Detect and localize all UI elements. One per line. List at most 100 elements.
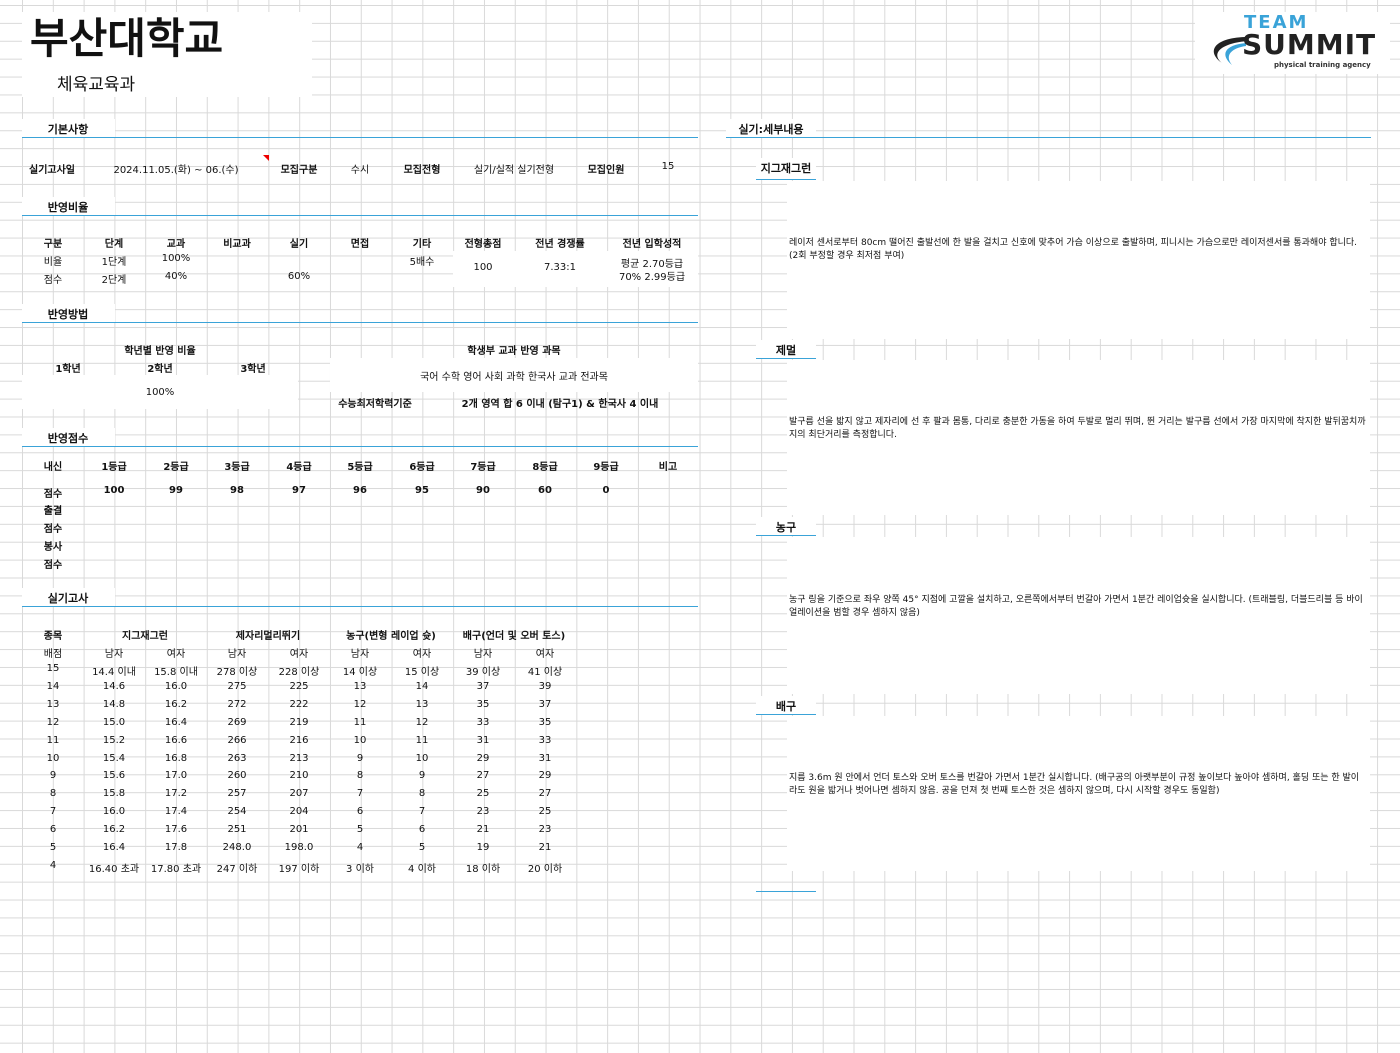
practical-cell: 6 (418, 824, 426, 836)
ratio-header: 기타 (412, 239, 432, 250)
practical-cell: 3 이하 (346, 863, 374, 875)
recruit-quota-label: 모집인원 (587, 165, 625, 176)
practical-score-point: 5 (49, 842, 57, 853)
practical-cell: 275 (227, 680, 247, 692)
subjects-title: 학생부 교과 반영 과목 (467, 346, 561, 357)
practical-cell: 31 (476, 734, 490, 746)
practical-event: 지그재그런 (122, 631, 168, 642)
practical-cell: 10 (415, 752, 429, 764)
practical-cell: 37 (476, 680, 490, 692)
practical-score-point: 9 (49, 770, 57, 782)
logo-summit-text: SUMMIT (1242, 28, 1377, 61)
practical-cell: 31 (538, 752, 552, 764)
practical-female: 여자 (289, 649, 309, 660)
practical-cell: 17.0 (164, 770, 188, 782)
practical-cell: 15.8 (102, 788, 126, 800)
score-header: 5등급 (347, 462, 373, 473)
practical-cell: 16.0 (164, 680, 188, 692)
practical-cell: 257 (227, 788, 247, 800)
score-value: 99 (169, 485, 183, 496)
practical-cell: 7 (418, 806, 426, 818)
subjects-value: 국어 수학 영어 사회 과학 한국사 교과 전과목 (420, 372, 608, 383)
practical-cell: 216 (289, 734, 309, 746)
practical-cell: 219 (289, 716, 309, 728)
comment-marker (263, 155, 269, 161)
practical-cell: 266 (227, 734, 247, 746)
ratio-admit-70: 70% 2.99등급 (618, 272, 686, 283)
ratio-etc: 5배수 (409, 257, 435, 268)
score-value: 90 (476, 485, 490, 496)
practical-cell: 14.8 (102, 698, 126, 710)
practical-cell: 10 (353, 734, 367, 746)
practical-male: 남자 (227, 649, 247, 660)
detail-description: 레이저 센서로부터 80cm 떨어진 출발선에 한 발을 걸치고 신호에 맞추어… (789, 238, 1358, 261)
score-header: 4등급 (286, 462, 312, 473)
practical-cell: 16.8 (164, 752, 188, 764)
practical-cell: 17.8 (164, 842, 188, 853)
score-header: 3등급 (224, 462, 250, 473)
practical-cell: 16.2 (164, 698, 188, 710)
practical-cell: 20 이하 (527, 863, 563, 875)
practical-cell: 27 (476, 770, 490, 782)
ratio-total: 100 (473, 262, 493, 273)
practical-cell: 23 (538, 824, 552, 836)
practical-cell: 251 (227, 824, 247, 836)
recruit-track-label: 모집전형 (403, 165, 441, 176)
practical-score-point: 8 (49, 788, 57, 800)
ratio-row-label: 점수 (43, 275, 63, 286)
practical-cell: 41 이상 (527, 667, 563, 678)
practical-cell: 33 (538, 734, 552, 746)
grade-3: 3학년 (240, 364, 266, 375)
section-method-title: 반영방법 (47, 308, 89, 321)
practical-cell: 5 (418, 842, 426, 853)
practical-cell: 6 (356, 806, 364, 818)
min-standard-value: 2개 영역 합 6 이내 (탐구1) & 한국사 4 이내 (461, 399, 659, 410)
practical-cell: 204 (289, 806, 309, 818)
practical-cell: 25 (538, 806, 552, 818)
practical-cell: 15.6 (102, 770, 126, 782)
ratio-competition: 7.33:1 (544, 262, 576, 273)
score-header: 8등급 (532, 462, 558, 473)
practical-cell: 35 (476, 698, 490, 710)
practical-cell: 21 (476, 824, 490, 836)
practical-cell: 5 (356, 824, 364, 836)
practical-cell: 33 (476, 716, 490, 728)
practical-score-point: 4 (49, 859, 57, 871)
practical-female: 여자 (166, 649, 186, 660)
practical-cell: 16.40 초과 (88, 863, 140, 875)
ratio-header: 교과 (166, 239, 186, 250)
detail-title: 농구 (775, 521, 797, 534)
ratio-subject: 40% (164, 271, 188, 282)
practical-cell: 7 (356, 788, 364, 800)
ratio-header: 면접 (350, 239, 370, 250)
practical-event: 농구(변형 레이업 슛) (346, 631, 436, 642)
ratio-stage: 1단계 (101, 257, 127, 268)
ratio-header: 실기 (289, 239, 309, 250)
practical-event: 배구(언더 및 오버 토스) (462, 631, 566, 642)
practical-cell: 225 (289, 680, 309, 692)
practical-female: 여자 (535, 649, 555, 660)
exam-date-value: 2024.11.05.(화) ~ 06.(수) (113, 165, 239, 176)
section-ratio-title: 반영비율 (47, 201, 89, 214)
practical-cell: 228 이상 (278, 667, 320, 678)
ratio-subject: 100% (161, 253, 191, 264)
score-header: 내신 (43, 462, 63, 473)
practical-cell: 269 (227, 716, 247, 728)
score-value: 60 (538, 485, 552, 496)
practical-cell: 16.2 (102, 824, 126, 836)
practical-cell: 197 이하 (278, 863, 320, 875)
practical-cell: 16.0 (102, 806, 126, 818)
score-header: 2등급 (163, 462, 189, 473)
practical-cell: 222 (289, 698, 309, 710)
practical-cell: 15.8 이내 (154, 667, 198, 678)
ratio-header: 전년 입학성적 (622, 239, 682, 250)
practical-cell: 278 이상 (216, 667, 258, 678)
practical-cell: 4 (356, 842, 364, 853)
practical-cell: 17.4 (164, 806, 188, 818)
practical-cell: 11 (353, 716, 367, 728)
grade-1: 1학년 (55, 364, 81, 375)
practical-score-point: 14 (46, 680, 60, 692)
practical-cell: 210 (289, 770, 309, 782)
department-subtitle: 체육교육과 (57, 75, 136, 95)
score-value: 100 (103, 485, 125, 496)
